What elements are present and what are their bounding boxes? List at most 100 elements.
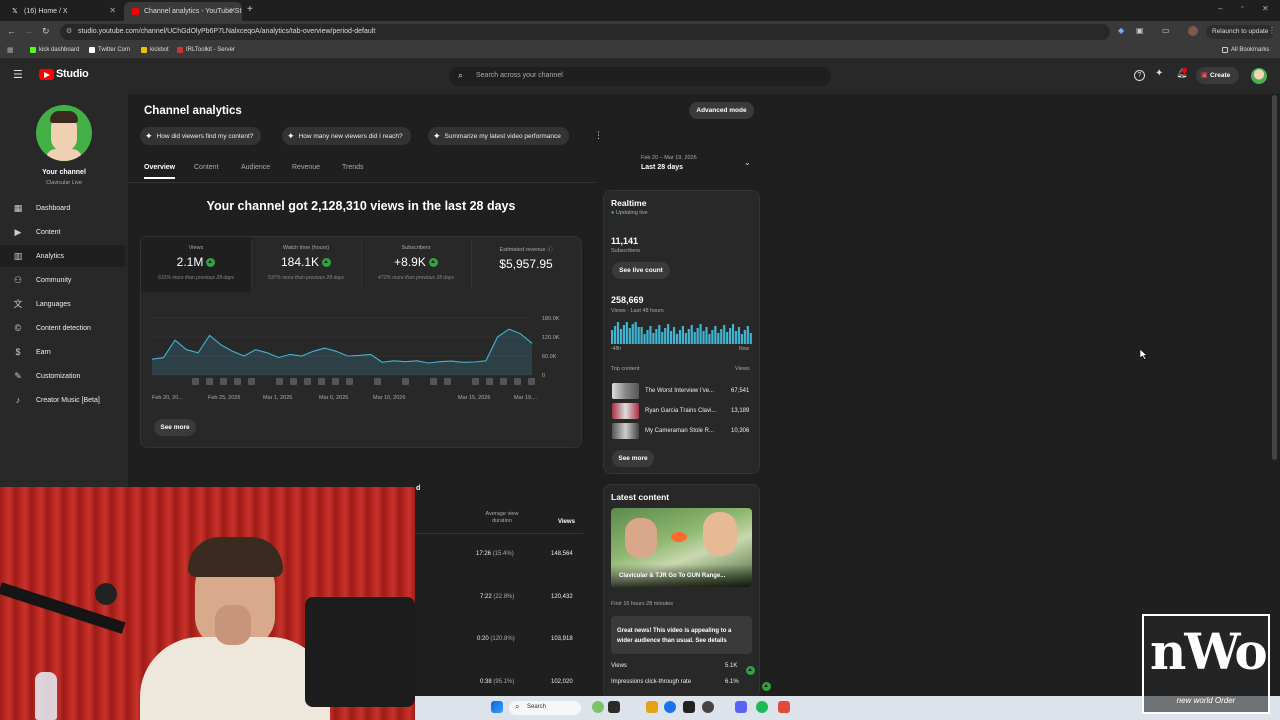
back-icon[interactable]: ← [7,26,16,36]
video-marker[interactable] [276,378,283,385]
address-bar[interactable]: ⚙ studio.youtube.com/channel/UChGdOlyPb6… [60,24,1110,40]
apps-grid-icon[interactable]: ▦ [7,46,14,54]
video-marker[interactable] [220,378,227,385]
bookmark-kickbot[interactable]: kickbot [141,47,169,53]
video-marker[interactable] [374,378,381,385]
video-marker[interactable] [500,378,507,385]
help-icon[interactable]: ? [1134,70,1145,81]
sidebar-item-content-detection[interactable]: © Content detection [0,317,125,339]
sidebar-item-earn[interactable]: $ Earn [0,341,125,363]
top-content-title[interactable]: My Cameraman Stole R... [645,428,714,434]
bookmark-irltoolkit[interactable]: IRLToolkit - Server [177,47,235,53]
chrome-icon[interactable] [664,701,676,713]
realtime-bar-chart[interactable] [611,322,752,344]
extension-icon[interactable]: ◆ [1118,26,1124,35]
video-marker[interactable] [472,378,479,385]
create-button[interactable]: ▣ Create [1196,67,1239,84]
table-row[interactable]: 0:38 (95.1%) [480,679,514,685]
advanced-mode-button[interactable]: Advanced mode [689,102,754,119]
search-input[interactable]: ⌕ Search across your channel [449,67,831,86]
widgets-icon[interactable] [592,701,604,713]
task-view-icon[interactable] [608,701,620,713]
youtube-logo-icon[interactable] [39,69,54,80]
minimize-icon[interactable]: – [1218,4,1222,13]
video-marker[interactable] [486,378,493,385]
video-marker[interactable] [206,378,213,385]
tab-audience[interactable]: Audience [241,164,270,171]
video-thumbnail[interactable] [612,383,639,399]
tab-revenue[interactable]: Revenue [292,164,320,171]
close-window-icon[interactable]: ✕ [1262,4,1269,13]
close-icon[interactable]: ✕ [229,6,236,15]
video-thumbnail[interactable] [612,403,639,419]
close-icon[interactable]: ✕ [109,6,116,15]
top-content-title[interactable]: The Worst Interview I've... [645,388,714,394]
browser-tab-analytics[interactable]: Channel analytics - YouTube St ✕ [124,2,242,21]
video-marker[interactable] [192,378,199,385]
sidebar-item-content[interactable]: ▶ Content [0,221,125,243]
video-marker[interactable] [304,378,311,385]
metric-revenue[interactable]: Estimated revenue ⓘ $5,957.95 [471,237,581,292]
sidebar-item-community[interactable]: ⚇ Community [0,269,125,291]
sidebar-item-dashboard[interactable]: ▦ Dashboard [0,197,125,219]
maximize-icon[interactable]: ▫ [1241,4,1243,11]
obs-icon[interactable] [702,701,714,713]
account-avatar[interactable] [1251,68,1267,84]
top-content-title[interactable]: Ryan Garcia Trains Clavi... [645,408,716,414]
table-row[interactable]: 0:20 (120.8%) [477,636,515,642]
metric-watch-time[interactable]: Watch time (hours) 184.1K 537% more than… [251,237,361,292]
tab-content[interactable]: Content [194,164,219,171]
ask-chip-1[interactable]: ✦ How did viewers find my content? [140,127,262,145]
ask-chip-2[interactable]: ✦ How many new viewers did I reach? [282,127,411,145]
video-marker[interactable] [346,378,353,385]
video-marker[interactable] [248,378,255,385]
video-thumbnail[interactable] [612,423,639,439]
overview-see-more-button[interactable]: See more [154,419,196,436]
site-info-icon[interactable]: ⚙ [66,27,72,35]
channel-avatar[interactable] [36,105,92,161]
realtime-see-more-button[interactable]: See more [612,450,654,467]
all-bookmarks[interactable]: All Bookmarks [1222,47,1269,53]
metric-views[interactable]: Views 2.1M 631% more than previous 28 da… [141,237,251,292]
video-marker[interactable] [318,378,325,385]
video-marker[interactable] [528,378,535,385]
video-marker[interactable] [402,378,409,385]
windows-start-icon[interactable] [491,701,503,713]
tab-overview[interactable]: Overview [144,164,175,171]
puzzle-icon[interactable]: ▣ [1136,26,1144,35]
relaunch-button[interactable]: Relaunch to update [1206,25,1275,39]
video-marker[interactable] [290,378,297,385]
table-row[interactable]: 7:22 (22.8%) [480,594,514,600]
table-row[interactable]: 17:26 (15.4%) [476,551,514,557]
video-marker[interactable] [444,378,451,385]
app-icon[interactable] [683,701,695,713]
video-marker[interactable] [332,378,339,385]
bookmark-twitter[interactable]: Twitter Com [89,47,130,53]
latest-insight[interactable]: Great news! This video is appealing to a… [611,616,752,654]
sidebar-item-analytics[interactable]: ▥ Analytics [0,245,125,267]
reload-icon[interactable]: ↻ [42,26,50,37]
tab-trends[interactable]: Trends [342,164,364,171]
browser-tab-x[interactable]: 𝕏 (16) Home / X ✕ [4,2,122,21]
views-chart[interactable]: 180.0K 120.0K 60.0K 0 Feb 20, 20... Feb 25, 2… [140,300,582,408]
new-tab-icon[interactable]: + [247,4,253,15]
sidebar-item-creator-music[interactable]: ♪ Creator Music [Beta] [0,389,125,411]
menu-icon[interactable]: ⋮ [1268,26,1276,35]
more-options-icon[interactable]: ⋮ [594,130,603,141]
spotify-icon[interactable] [756,701,768,713]
latest-video-thumbnail[interactable]: Clavicular & TJR Go To GUN Range... [611,508,752,587]
sidebar-item-customization[interactable]: ✎ Customization [0,365,125,387]
discord-icon[interactable] [735,701,747,713]
see-live-count-button[interactable]: See live count [612,262,670,279]
sidebar-item-languages[interactable]: 文 Languages [0,293,125,315]
video-marker[interactable] [234,378,241,385]
date-range-picker[interactable]: Feb 20 – Mar 19, 2026 Last 28 days ⌄ [640,154,760,176]
bookmark-kick-dashboard[interactable]: kick dashboard [30,47,79,53]
profile-avatar[interactable] [1188,26,1198,36]
video-marker[interactable] [430,378,437,385]
taskbar-search[interactable]: ⌕ Search [509,701,581,715]
ask-chip-3[interactable]: ✦ Summarize my latest video performance [428,127,569,145]
sparkle-icon[interactable]: ✦ [1155,68,1163,79]
app-icon[interactable] [778,701,790,713]
file-explorer-icon[interactable] [646,701,658,713]
